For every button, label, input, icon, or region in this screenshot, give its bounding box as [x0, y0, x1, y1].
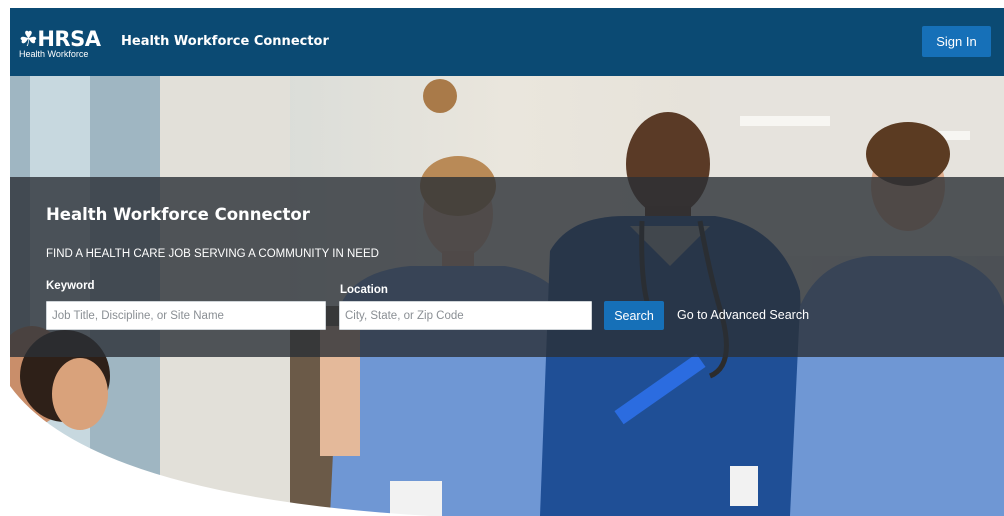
location-input[interactable]	[339, 301, 592, 330]
logo-mark: ☘HRSA	[19, 27, 101, 51]
hero-subtitle: FIND A HEALTH CARE JOB SERVING A COMMUNI…	[46, 248, 379, 260]
hrsa-logo[interactable]: ☘HRSA Health Workforce	[19, 28, 115, 60]
keyword-input[interactable]	[46, 301, 326, 330]
hero-doctor-badge	[730, 466, 758, 506]
search-panel: Health Workforce Connector FIND A HEALTH…	[10, 177, 1004, 357]
hero-nurse-left-badge	[390, 481, 442, 516]
hero-section: Health Workforce Connector FIND A HEALTH…	[10, 76, 1004, 516]
advanced-search-link[interactable]: Go to Advanced Search	[677, 308, 809, 323]
logo-subtitle: Health Workforce	[19, 49, 89, 59]
page: ☘HRSA Health Workforce Health Workforce …	[0, 0, 1004, 516]
search-button[interactable]: Search	[604, 301, 664, 330]
hero-light-fixture	[740, 116, 830, 126]
site-header: ☘HRSA Health Workforce Health Workforce …	[10, 8, 1004, 76]
site-title[interactable]: Health Workforce Connector	[121, 34, 329, 50]
hrsa-eagle-icon: ☘	[19, 27, 38, 51]
hero-person-edge-face	[52, 358, 108, 430]
location-label: Location	[340, 284, 388, 296]
keyword-label: Keyword	[46, 280, 95, 292]
logo-mark-text: HRSA	[37, 27, 101, 51]
hero-nurse-left-bun	[423, 79, 457, 113]
hero-title: Health Workforce Connector	[46, 205, 310, 224]
sign-in-button[interactable]: Sign In	[922, 26, 991, 57]
